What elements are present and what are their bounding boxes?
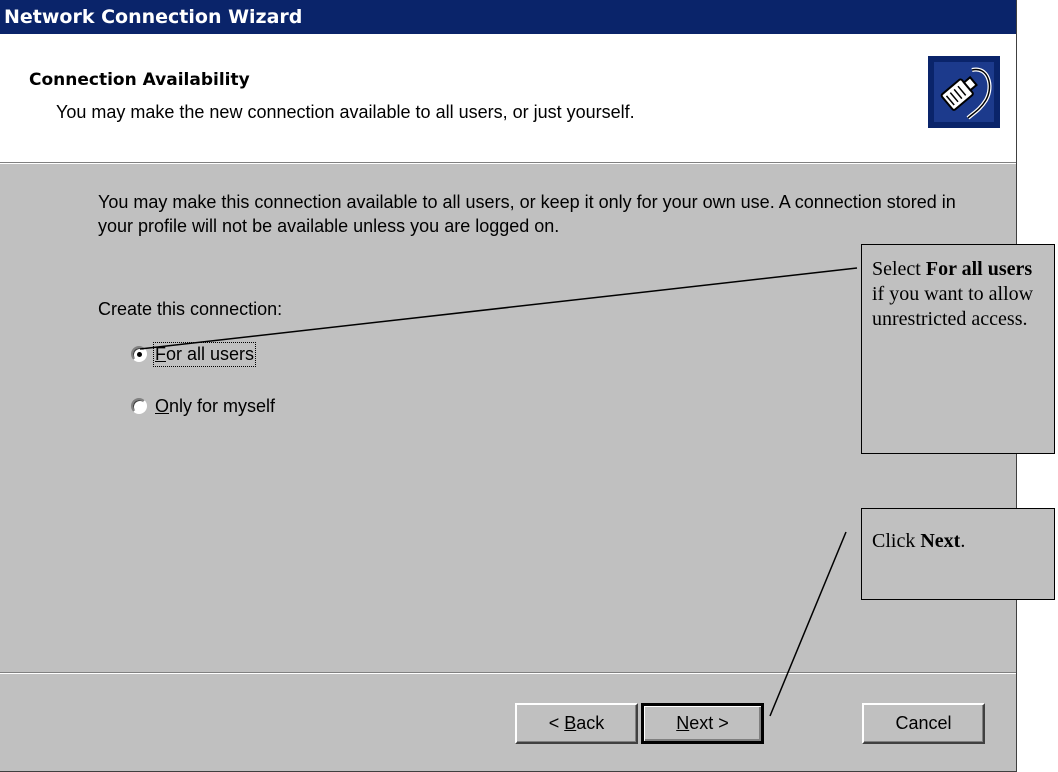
- option-label-rest: or all users: [166, 343, 255, 364]
- callout-select-all-users: Select For all users if you want to allo…: [861, 244, 1055, 454]
- callout-click-next: Click Next.: [861, 508, 1055, 600]
- callout-text: Click: [872, 530, 921, 552]
- wizard-header: Connection Availability You may make the…: [0, 34, 1016, 163]
- accelerator-key: B: [564, 713, 577, 733]
- only-for-myself-label[interactable]: Only for myself: [155, 396, 275, 417]
- accelerator-key: N: [676, 713, 690, 733]
- for-all-users-label[interactable]: For all users: [152, 341, 257, 367]
- back-button[interactable]: < Back: [515, 703, 638, 744]
- page-title: Connection Availability: [29, 70, 250, 90]
- next-button[interactable]: Next >: [641, 703, 764, 744]
- callout-bold: For all users: [925, 258, 1033, 280]
- footer-divider-highlight: [0, 673, 1016, 674]
- radio-button-unselected[interactable]: [131, 398, 147, 414]
- callout-text: .: [960, 530, 966, 552]
- radio-only-for-myself[interactable]: Only for myself: [131, 394, 275, 418]
- network-plug-icon: [928, 56, 1000, 128]
- back-label-rest: ack: [576, 713, 605, 733]
- callout-text: Select: [872, 258, 926, 280]
- accelerator-key: F: [155, 343, 166, 364]
- create-connection-label: Create this connection:: [98, 299, 283, 319]
- radio-button-selected[interactable]: [131, 346, 147, 362]
- callout-bold: Next: [920, 530, 961, 552]
- accelerator-key: O: [155, 395, 170, 416]
- back-prefix: <: [548, 713, 565, 733]
- page-subtitle: You may make the new connection availabl…: [56, 102, 635, 122]
- intro-text: You may make this connection available t…: [98, 192, 956, 236]
- radio-dot: [137, 352, 142, 357]
- title-bar: Network Connection Wizard: [0, 0, 1016, 34]
- radio-for-all-users[interactable]: For all users: [131, 341, 257, 367]
- option-label-rest: nly for myself: [169, 395, 276, 416]
- cancel-button[interactable]: Cancel: [862, 703, 985, 744]
- header-divider: [0, 163, 1016, 164]
- callout-text: if you want to allow unrestricted access…: [872, 283, 1034, 330]
- next-label-rest: ext >: [689, 713, 729, 733]
